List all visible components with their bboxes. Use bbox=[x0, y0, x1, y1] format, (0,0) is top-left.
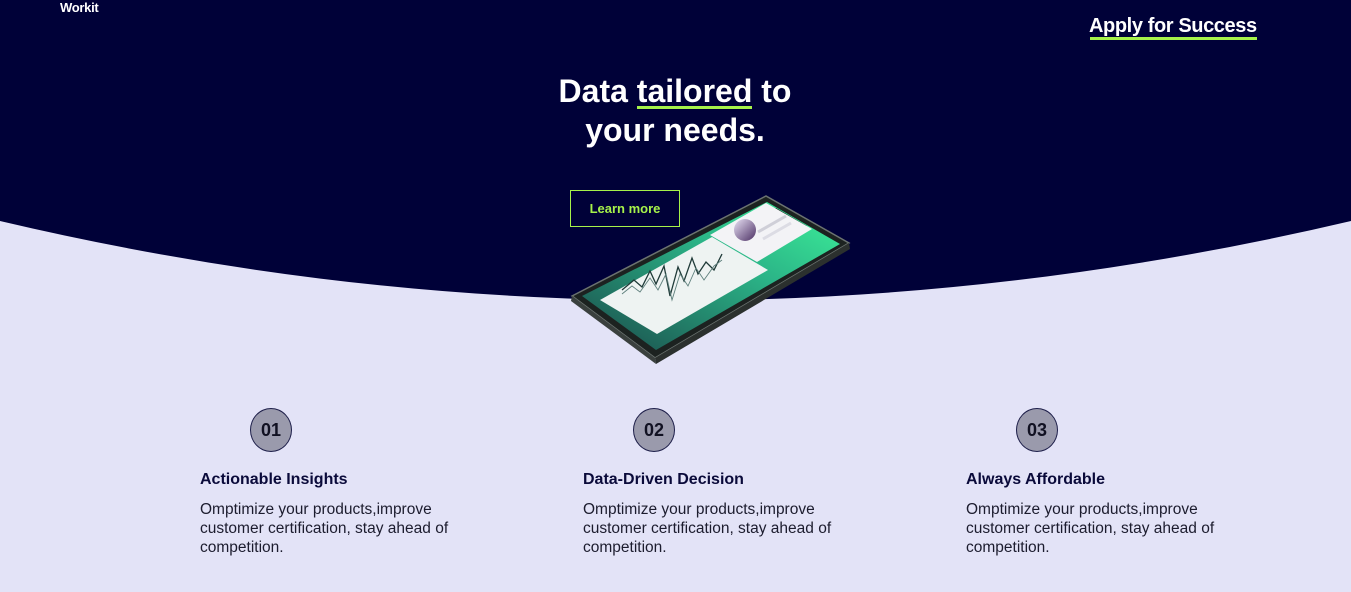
feature-description: Omptimize your products,improve customer… bbox=[583, 501, 832, 556]
headline-word-to: to bbox=[761, 73, 792, 109]
headline-word-data: Data bbox=[558, 73, 628, 109]
feature-number-badge: 01 bbox=[250, 408, 292, 452]
feature-description: Omptimize your products,improve customer… bbox=[966, 501, 1215, 556]
apply-for-success-link[interactable]: Apply for Success bbox=[1089, 15, 1257, 40]
feature-number-badge: 02 bbox=[633, 408, 675, 452]
apply-link-label: Apply for Success bbox=[1089, 15, 1257, 37]
feature-description: Omptimize your products,improve customer… bbox=[200, 501, 449, 556]
brand-logo[interactable]: Workit bbox=[60, 0, 99, 15]
apply-link-underline bbox=[1090, 37, 1257, 40]
landing-page: Workit Apply for Success Data tailored t… bbox=[0, 0, 1351, 592]
feature-number-badge: 03 bbox=[1016, 408, 1058, 452]
headline-highlight: tailored bbox=[636, 72, 753, 111]
headline-highlight-text: tailored bbox=[636, 73, 753, 109]
feature-title: Data-Driven Decision bbox=[583, 471, 744, 488]
headline-line2: your needs. bbox=[585, 112, 765, 148]
headline-highlight-underline bbox=[636, 106, 753, 109]
feature-title: Always Affordable bbox=[966, 471, 1105, 488]
learn-more-button[interactable]: Learn more bbox=[570, 190, 680, 227]
hero-headline: Data tailored to your needs. bbox=[475, 72, 875, 150]
feature-title: Actionable Insights bbox=[200, 471, 348, 488]
